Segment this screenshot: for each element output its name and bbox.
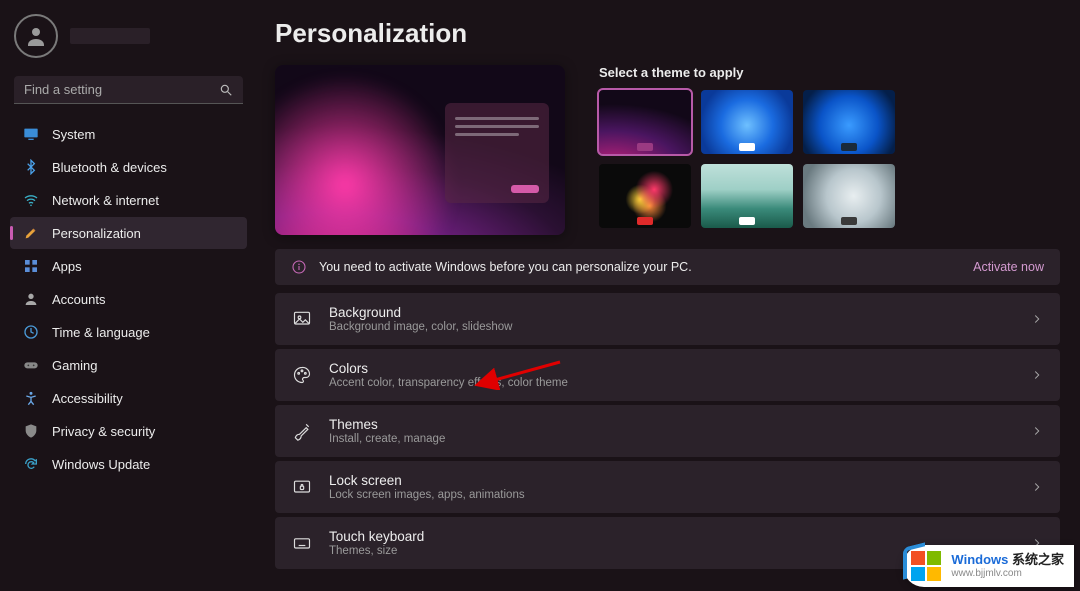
- nav-network[interactable]: Network & internet: [10, 184, 247, 216]
- nav-label: Privacy & security: [52, 424, 155, 439]
- palette-icon: [291, 364, 313, 386]
- setting-themes[interactable]: Themes Install, create, manage: [275, 405, 1060, 457]
- lock-screen-icon: [291, 476, 313, 498]
- watermark-title: Windows 系统之家: [951, 553, 1064, 567]
- accessibility-icon: [22, 389, 40, 407]
- activate-now-link[interactable]: Activate now: [973, 260, 1044, 274]
- chevron-right-icon: [1030, 480, 1044, 494]
- nav-label: Gaming: [52, 358, 98, 373]
- wifi-icon: [22, 191, 40, 209]
- nav-bluetooth[interactable]: Bluetooth & devices: [10, 151, 247, 183]
- user-account-row[interactable]: [10, 10, 247, 68]
- themes-column: Select a theme to apply: [599, 65, 1060, 235]
- setting-subtitle: Background image, color, slideshow: [329, 321, 1014, 333]
- setting-title: Touch keyboard: [329, 529, 1014, 544]
- nav-label: Bluetooth & devices: [52, 160, 167, 175]
- page-title: Personalization: [275, 18, 1060, 49]
- watermark: Windows 系统之家 www.bjjmlv.com: [903, 545, 1074, 587]
- nav-apps[interactable]: Apps: [10, 250, 247, 282]
- chevron-right-icon: [1030, 424, 1044, 438]
- nav-list: System Bluetooth & devices Network & int…: [10, 118, 247, 480]
- themes-heading: Select a theme to apply: [599, 65, 1060, 80]
- nav-label: System: [52, 127, 95, 142]
- setting-title: Background: [329, 305, 1014, 320]
- desktop-preview: [275, 65, 565, 235]
- nav-label: Network & internet: [52, 193, 159, 208]
- nav-windows-update[interactable]: Windows Update: [10, 448, 247, 480]
- search-field[interactable]: [14, 76, 243, 104]
- setting-subtitle: Accent color, transparency effects, colo…: [329, 377, 1014, 389]
- setting-subtitle: Lock screen images, apps, animations: [329, 489, 1014, 501]
- themes-grid: [599, 90, 1060, 228]
- theme-thumbnail-1[interactable]: [599, 90, 691, 154]
- nav-accounts[interactable]: Accounts: [10, 283, 247, 315]
- brush-icon: [291, 420, 313, 442]
- watermark-logo: [909, 549, 943, 583]
- chevron-right-icon: [1030, 312, 1044, 326]
- search-icon: [219, 83, 233, 97]
- keyboard-icon: [291, 532, 313, 554]
- chevron-right-icon: [1030, 368, 1044, 382]
- bluetooth-icon: [22, 158, 40, 176]
- nav-system[interactable]: System: [10, 118, 247, 150]
- setting-title: Themes: [329, 417, 1014, 432]
- display-icon: [22, 125, 40, 143]
- setting-title: Colors: [329, 361, 1014, 376]
- theme-thumbnail-3[interactable]: [803, 90, 895, 154]
- gamepad-icon: [22, 356, 40, 374]
- person-icon: [22, 290, 40, 308]
- clock-globe-icon: [22, 323, 40, 341]
- nav-label: Windows Update: [52, 457, 150, 472]
- main-content: Personalization Select a theme to apply: [255, 0, 1080, 591]
- sidebar: System Bluetooth & devices Network & int…: [0, 0, 255, 591]
- theme-thumbnail-2[interactable]: [701, 90, 793, 154]
- setting-background[interactable]: Background Background image, color, slid…: [275, 293, 1060, 345]
- setting-title: Lock screen: [329, 473, 1014, 488]
- nav-personalization[interactable]: Personalization: [10, 217, 247, 249]
- nav-label: Personalization: [52, 226, 141, 241]
- update-icon: [22, 455, 40, 473]
- info-icon: [291, 259, 307, 275]
- paintbrush-icon: [22, 224, 40, 242]
- nav-label: Accessibility: [52, 391, 123, 406]
- setting-colors[interactable]: Colors Accent color, transparency effect…: [275, 349, 1060, 401]
- activation-message: You need to activate Windows before you …: [319, 260, 692, 274]
- nav-privacy[interactable]: Privacy & security: [10, 415, 247, 447]
- search-input[interactable]: [24, 82, 219, 97]
- theme-thumbnail-5[interactable]: [701, 164, 793, 228]
- nav-label: Time & language: [52, 325, 150, 340]
- theme-preview-row: Select a theme to apply: [275, 65, 1060, 235]
- nav-label: Apps: [52, 259, 82, 274]
- nav-label: Accounts: [52, 292, 105, 307]
- avatar: [14, 14, 58, 58]
- apps-icon: [22, 257, 40, 275]
- picture-icon: [291, 308, 313, 330]
- watermark-url: www.bjjmlv.com: [951, 568, 1064, 579]
- activation-infobar: You need to activate Windows before you …: [275, 249, 1060, 285]
- setting-lock-screen[interactable]: Lock screen Lock screen images, apps, an…: [275, 461, 1060, 513]
- setting-subtitle: Install, create, manage: [329, 433, 1014, 445]
- shield-icon: [22, 422, 40, 440]
- user-name-placeholder: [70, 28, 150, 44]
- nav-gaming[interactable]: Gaming: [10, 349, 247, 381]
- theme-thumbnail-4[interactable]: [599, 164, 691, 228]
- nav-accessibility[interactable]: Accessibility: [10, 382, 247, 414]
- nav-time-language[interactable]: Time & language: [10, 316, 247, 348]
- theme-thumbnail-6[interactable]: [803, 164, 895, 228]
